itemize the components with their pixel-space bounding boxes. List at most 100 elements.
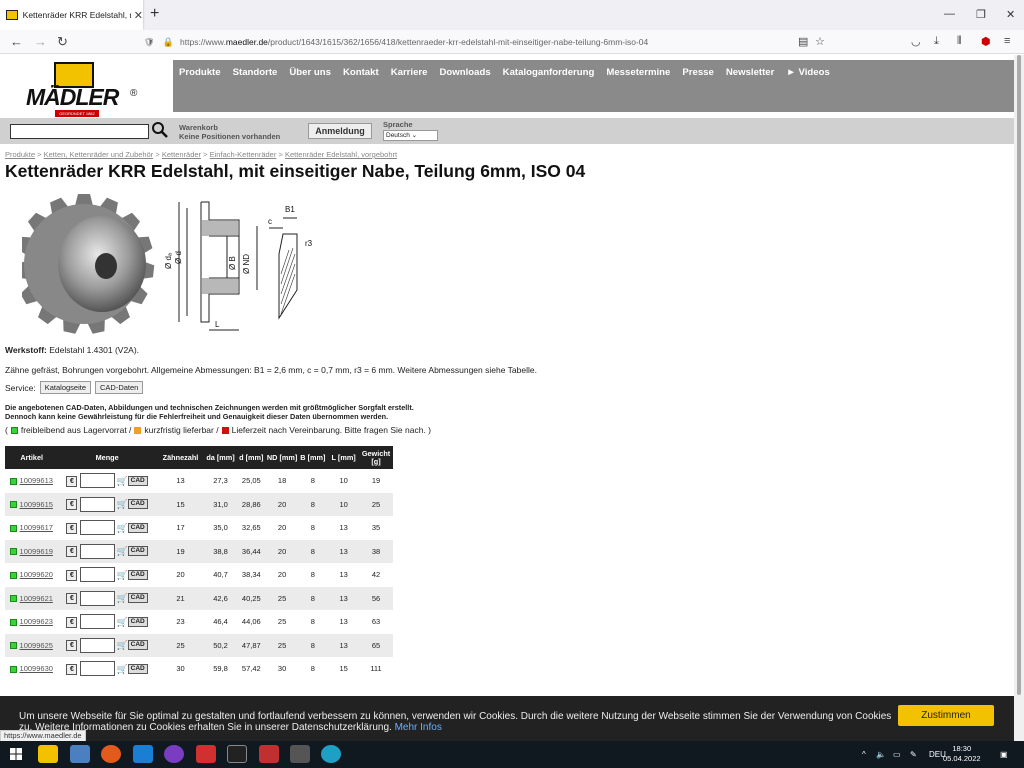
menu-item-karriere[interactable]: Karriere bbox=[391, 67, 428, 78]
price-icon[interactable]: € bbox=[66, 616, 78, 628]
app-icon[interactable] bbox=[290, 745, 310, 763]
price-icon[interactable]: € bbox=[66, 569, 78, 581]
app-icon[interactable] bbox=[164, 745, 184, 763]
forward-icon[interactable]: → bbox=[34, 34, 47, 49]
scrollbar-thumb[interactable] bbox=[1017, 55, 1021, 695]
terminal-icon[interactable] bbox=[227, 745, 247, 763]
search-icon[interactable] bbox=[151, 121, 169, 139]
article-link[interactable]: 10099630 bbox=[20, 664, 53, 673]
clock[interactable]: 18:30 05.04.2022 bbox=[943, 744, 981, 764]
breadcrumb-item[interactable]: Ketten, Kettenräder und Zubehör bbox=[44, 150, 154, 159]
lock-icon[interactable]: 🔒 bbox=[163, 37, 174, 48]
url-bar[interactable]: 🛡 🔒 https://www.maedler.de/product/1643/… bbox=[144, 32, 834, 52]
library-icon[interactable]: ⫴ bbox=[957, 35, 962, 48]
quantity-input[interactable] bbox=[79, 543, 115, 559]
article-link[interactable]: 10099621 bbox=[20, 594, 53, 603]
page-scrollbar[interactable] bbox=[1014, 55, 1024, 741]
breadcrumb-item[interactable]: Kettenräder Edelstahl, vorgebohrt bbox=[285, 150, 397, 159]
article-link[interactable]: 10099617 bbox=[20, 523, 53, 532]
pen-icon[interactable]: ✎ bbox=[910, 750, 917, 759]
site-logo[interactable]: MÄDLER ® GEGRÜNDET 1882 bbox=[22, 62, 142, 117]
add-to-cart-icon[interactable]: 🛒 bbox=[117, 476, 128, 486]
catalog-page-button[interactable]: Katalogseite bbox=[39, 381, 91, 394]
menu-item-downloads[interactable]: Downloads bbox=[440, 67, 491, 78]
article-link[interactable]: 10099619 bbox=[20, 547, 53, 556]
article-link[interactable]: 10099615 bbox=[20, 500, 53, 509]
cad-button[interactable]: CAD bbox=[127, 546, 148, 557]
cad-button[interactable]: CAD bbox=[127, 569, 148, 580]
minimize-icon[interactable]: — bbox=[944, 8, 955, 20]
cart-info[interactable]: Warenkorb Keine Positionen vorhanden bbox=[179, 123, 280, 141]
menu-item-kontakt[interactable]: Kontakt bbox=[343, 67, 379, 78]
quantity-input[interactable] bbox=[79, 520, 115, 536]
price-icon[interactable]: € bbox=[66, 640, 78, 652]
price-icon[interactable]: € bbox=[66, 522, 78, 534]
volume-icon[interactable]: 🔈 bbox=[876, 750, 886, 759]
restore-icon[interactable]: ❐ bbox=[976, 8, 986, 21]
price-icon[interactable]: € bbox=[66, 663, 78, 675]
cad-button[interactable]: CAD bbox=[127, 663, 148, 674]
add-to-cart-icon[interactable]: 🛒 bbox=[117, 523, 128, 533]
windows-start-icon[interactable] bbox=[10, 748, 22, 760]
add-to-cart-icon[interactable]: 🛒 bbox=[117, 640, 128, 650]
firefox-icon[interactable] bbox=[101, 745, 121, 763]
login-button[interactable]: Anmeldung bbox=[308, 123, 372, 139]
quantity-input[interactable] bbox=[79, 614, 115, 630]
cad-button[interactable]: CAD bbox=[127, 616, 148, 627]
app-icon[interactable] bbox=[259, 745, 279, 763]
breadcrumb-item[interactable]: Kettenräder bbox=[162, 150, 201, 159]
article-link[interactable]: 10099620 bbox=[20, 570, 53, 579]
app-icon[interactable] bbox=[70, 745, 90, 763]
add-to-cart-icon[interactable]: 🛒 bbox=[117, 593, 128, 603]
breadcrumb-item[interactable]: Produkte bbox=[5, 150, 35, 159]
browser-tab[interactable]: Kettenräder KRR Edelstahl, mit ✕ bbox=[0, 0, 143, 30]
price-icon[interactable]: € bbox=[66, 475, 78, 487]
menu-item-newsletter[interactable]: Newsletter bbox=[726, 67, 775, 78]
window-close-icon[interactable]: ✕ bbox=[1006, 8, 1015, 21]
vscode-icon[interactable] bbox=[133, 745, 153, 763]
quantity-input[interactable] bbox=[79, 473, 115, 489]
new-tab-icon[interactable]: + bbox=[150, 5, 159, 23]
quantity-input[interactable] bbox=[79, 567, 115, 583]
breadcrumb-item[interactable]: Einfach-Kettenräder bbox=[210, 150, 277, 159]
language-select[interactable]: Deutsch ⌄ bbox=[383, 130, 438, 141]
cad-button[interactable]: CAD bbox=[127, 522, 148, 533]
shield-icon[interactable]: 🛡 bbox=[144, 37, 155, 48]
tray-chevron-icon[interactable]: ^ bbox=[862, 750, 866, 759]
cad-button[interactable]: CAD bbox=[127, 499, 148, 510]
cad-button[interactable]: CAD bbox=[127, 640, 148, 651]
menu-item-standorte[interactable]: Standorte bbox=[233, 67, 278, 78]
quantity-input[interactable] bbox=[79, 637, 115, 653]
tab-close-icon[interactable]: ✕ bbox=[134, 9, 143, 22]
price-icon[interactable]: € bbox=[66, 499, 78, 511]
price-icon[interactable]: € bbox=[66, 546, 78, 558]
accept-cookies-button[interactable]: Zustimmen bbox=[898, 705, 994, 726]
more-info-link[interactable]: Mehr Infos bbox=[395, 722, 442, 733]
add-to-cart-icon[interactable]: 🛒 bbox=[117, 617, 128, 627]
back-icon[interactable]: ← bbox=[10, 34, 23, 49]
reader-view-icon[interactable]: ▤ bbox=[798, 35, 808, 48]
menu-item-kataloganforderung[interactable]: Kataloganforderung bbox=[503, 67, 595, 78]
article-link[interactable]: 10099613 bbox=[20, 476, 53, 485]
add-to-cart-icon[interactable]: 🛒 bbox=[117, 546, 128, 556]
add-to-cart-icon[interactable]: 🛒 bbox=[117, 499, 128, 509]
app-icon[interactable] bbox=[196, 745, 216, 763]
download-icon[interactable]: ⤓ bbox=[934, 35, 939, 48]
search-input[interactable] bbox=[10, 124, 149, 139]
quantity-input[interactable] bbox=[79, 661, 115, 677]
extension-icon[interactable]: ⬢ bbox=[981, 35, 991, 48]
cad-button[interactable]: CAD bbox=[127, 593, 148, 604]
menu-item-produkte[interactable]: Produkte bbox=[179, 67, 221, 78]
price-icon[interactable]: € bbox=[66, 593, 78, 605]
file-explorer-icon[interactable] bbox=[38, 745, 58, 763]
menu-item-videos[interactable]: ► Videos bbox=[786, 67, 829, 78]
menu-icon[interactable]: ≡ bbox=[1004, 35, 1010, 47]
cad-data-button[interactable]: CAD-Daten bbox=[95, 381, 144, 394]
cad-button[interactable]: CAD bbox=[127, 475, 148, 486]
network-icon[interactable]: ▭ bbox=[893, 750, 901, 759]
article-link[interactable]: 10099625 bbox=[20, 641, 53, 650]
quantity-input[interactable] bbox=[79, 496, 115, 512]
reload-icon[interactable]: ↻ bbox=[57, 34, 68, 50]
add-to-cart-icon[interactable]: 🛒 bbox=[117, 664, 128, 674]
menu-item-ueber-uns[interactable]: Über uns bbox=[289, 67, 331, 78]
